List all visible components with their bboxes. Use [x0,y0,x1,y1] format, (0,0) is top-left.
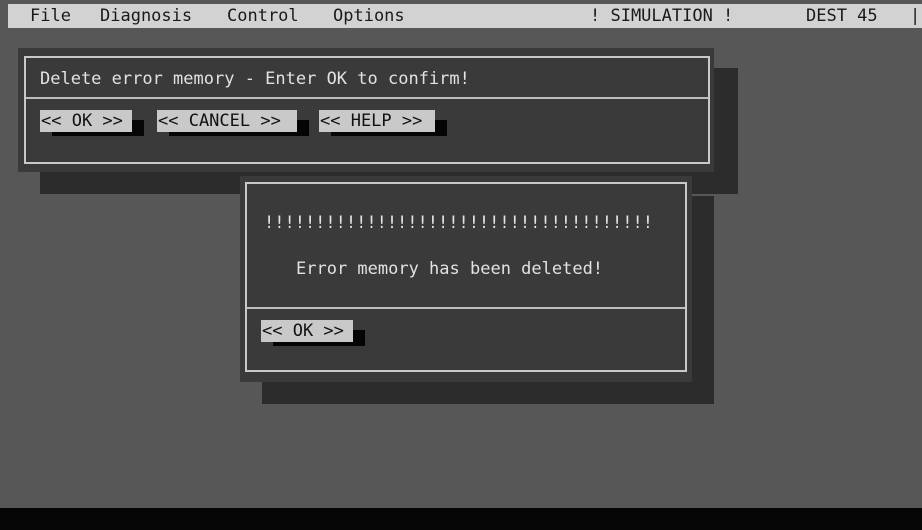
info-dialog: !!!!!!!!!!!!!!!!!!!!!!!!!!!!!!!!!!!!!! E… [240,176,692,382]
info-banner: !!!!!!!!!!!!!!!!!!!!!!!!!!!!!!!!!!!!!! [264,213,653,233]
dest-indicator: DEST 45 [806,6,878,26]
menu-bar: File Diagnosis Control Options ! SIMULAT… [8,4,922,28]
info-message: Error memory has been deleted! [296,259,604,279]
menu-file[interactable]: File [30,4,71,28]
menu-options[interactable]: Options [333,4,405,28]
menu-diagnosis[interactable]: Diagnosis [100,4,192,28]
menu-control[interactable]: Control [227,4,299,28]
bottom-strip [0,508,922,530]
info-ok-button[interactable]: << OK >> [261,320,365,346]
confirm-cancel-button[interactable]: << CANCEL >> [157,110,309,136]
confirm-message: Delete error memory - Enter OK to confir… [40,69,470,89]
confirm-help-button[interactable]: << HELP >> [319,110,447,136]
confirm-divider [26,97,708,99]
dos-screen: File Diagnosis Control Options ! SIMULAT… [0,0,922,508]
confirm-ok-label[interactable]: << OK >> [40,110,132,132]
menubar-edge: | [910,6,921,26]
confirm-help-label[interactable]: << HELP >> [319,110,435,132]
simulation-status: ! SIMULATION ! [590,6,734,26]
confirm-dialog: Delete error memory - Enter OK to confir… [18,48,714,172]
confirm-cancel-label[interactable]: << CANCEL >> [157,110,297,132]
confirm-ok-button[interactable]: << OK >> [40,110,144,136]
info-divider [247,307,685,309]
info-ok-label[interactable]: << OK >> [261,320,353,342]
